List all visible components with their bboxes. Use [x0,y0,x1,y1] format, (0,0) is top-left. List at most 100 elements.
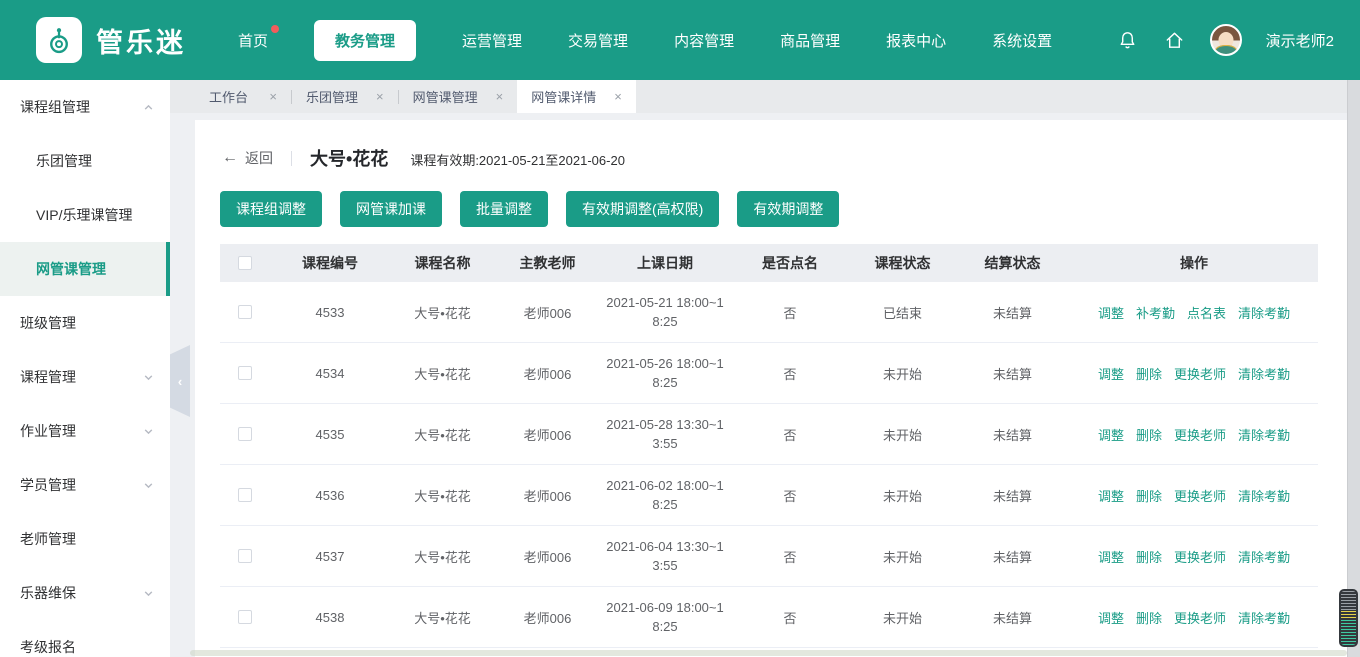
rollcall-flag: 否 [730,547,850,566]
close-icon[interactable]: × [376,90,384,103]
close-icon[interactable]: × [496,90,504,103]
action-change-teacher-link[interactable]: 更换老师 [1174,608,1226,627]
row-checkbox[interactable] [238,366,252,380]
action-clear-attendance-link[interactable]: 清除考勤 [1238,547,1290,566]
close-icon[interactable]: × [614,90,622,103]
validity-adjust-button[interactable]: 有效期调整 [737,191,839,227]
back-button[interactable]: ← 返回 [222,148,273,168]
validity-adjust-admin-button[interactable]: 有效期调整(高权限) [566,191,719,227]
action-rollcall-sheet-link[interactable]: 点名表 [1187,303,1226,322]
sidebar-item-label: 课程组管理 [20,97,90,117]
sidebar-item-homework-mgmt[interactable]: 作业管理 [0,404,170,458]
bell-icon[interactable] [1116,29,1139,52]
course-name: 大号•花花 [390,547,495,566]
class-date: 2021-05-21 18:00~18:25 [602,293,728,331]
nav-item-home[interactable]: 首页 [238,30,268,51]
settlement-status: 未结算 [955,425,1070,444]
brand: 管乐迷 [36,17,186,63]
settlement-status: 未结算 [955,608,1070,627]
tab-orchestra-mgmt[interactable]: 乐团管理 × [292,80,398,113]
action-adjust-link[interactable]: 调整 [1098,425,1124,444]
action-delete-link[interactable]: 删除 [1136,547,1162,566]
chevron-down-icon [143,372,154,383]
tab-online-course-mgmt[interactable]: 网管课管理 × [399,80,518,113]
close-icon[interactable]: × [269,90,277,103]
sidebar-item-exam-registration[interactable]: 考级报名 [0,620,170,657]
vertical-scrollbar[interactable] [1347,80,1360,657]
action-change-teacher-link[interactable]: 更换老师 [1174,547,1226,566]
row-checkbox[interactable] [238,549,252,563]
home-icon[interactable] [1163,29,1186,52]
table-row: 4538 大号•花花 老师006 2021-06-09 18:00~18:25 … [220,587,1318,648]
tab-workbench[interactable]: 工作台 × [195,80,291,113]
page-header: ← 返回 大号•花花 课程有效期:2021-05-21至2021-06-20 [195,120,1356,183]
sidebar-item-label: 作业管理 [20,421,76,441]
body-layout: 课程组管理 乐团管理 VIP/乐理课管理 网管课管理 班级管理 课程管理 作业管… [0,80,1360,657]
select-all-checkbox[interactable] [238,256,252,270]
add-online-class-button[interactable]: 网管课加课 [340,191,442,227]
nav-item-content-mgmt[interactable]: 内容管理 [674,30,734,51]
action-change-teacher-link[interactable]: 更换老师 [1174,486,1226,505]
sidebar-item-teacher-mgmt[interactable]: 老师管理 [0,512,170,566]
brand-logo-icon[interactable] [36,17,82,63]
action-delete-link[interactable]: 删除 [1136,608,1162,627]
course-id: 4537 [270,549,390,564]
nav-item-system-settings[interactable]: 系统设置 [992,30,1052,51]
action-delete-link[interactable]: 删除 [1136,364,1162,383]
nav-item-academic-mgmt[interactable]: 教务管理 [314,20,416,61]
table-row: 4535 大号•花花 老师006 2021-05-28 13:30~13:55 … [220,404,1318,465]
sidebar-item-instrument-maintenance[interactable]: 乐器维保 [0,566,170,620]
row-checkbox[interactable] [238,427,252,441]
sidebar-item-course-group-mgmt[interactable]: 课程组管理 [0,80,170,134]
action-change-teacher-link[interactable]: 更换老师 [1174,364,1226,383]
course-group-adjust-button[interactable]: 课程组调整 [220,191,322,227]
action-delete-link[interactable]: 删除 [1136,486,1162,505]
course-id: 4538 [270,610,390,625]
course-id: 4536 [270,488,390,503]
course-id: 4533 [270,305,390,320]
sidebar-collapse-handle[interactable]: ‹ [170,345,190,417]
action-adjust-link[interactable]: 调整 [1098,547,1124,566]
horizontal-scrollbar[interactable] [190,650,1347,656]
action-change-teacher-link[interactable]: 更换老师 [1174,425,1226,444]
nav-item-transaction-mgmt[interactable]: 交易管理 [568,30,628,51]
action-delete-link[interactable]: 删除 [1136,425,1162,444]
nav-item-report-center[interactable]: 报表中心 [886,30,946,51]
action-adjust-link[interactable]: 调整 [1098,608,1124,627]
action-adjust-link[interactable]: 调整 [1098,364,1124,383]
action-clear-attendance-link[interactable]: 清除考勤 [1238,364,1290,383]
tab-online-course-detail[interactable]: 网管课详情 × [517,80,636,113]
row-checkbox[interactable] [238,305,252,319]
detail-card: ← 返回 大号•花花 课程有效期:2021-05-21至2021-06-20 课… [195,120,1356,657]
action-clear-attendance-link[interactable]: 清除考勤 [1238,486,1290,505]
course-status: 未开始 [850,547,955,566]
user-avatar[interactable] [1210,24,1242,56]
action-clear-attendance-link[interactable]: 清除考勤 [1238,425,1290,444]
nav-item-product-mgmt[interactable]: 商品管理 [780,30,840,51]
scroll-marker-widget[interactable] [1339,589,1358,647]
batch-adjust-button[interactable]: 批量调整 [460,191,548,227]
sidebar-item-online-course-mgmt[interactable]: 网管课管理 [0,242,170,296]
navbar-right: 演示老师2 [1116,24,1334,56]
nav-item-operations-mgmt[interactable]: 运营管理 [462,30,522,51]
main-nav: 首页 教务管理 运营管理 交易管理 内容管理 商品管理 报表中心 系统设置 [238,20,1052,61]
action-adjust-link[interactable]: 调整 [1098,303,1124,322]
sidebar-item-course-mgmt[interactable]: 课程管理 [0,350,170,404]
sidebar-item-student-mgmt[interactable]: 学员管理 [0,458,170,512]
sidebar-item-vip-theory-mgmt[interactable]: VIP/乐理课管理 [0,188,170,242]
table-row: 4533 大号•花花 老师006 2021-05-21 18:00~18:25 … [220,282,1318,343]
class-date: 2021-05-26 18:00~18:25 [602,354,728,392]
settlement-status: 未结算 [955,547,1070,566]
row-checkbox[interactable] [238,488,252,502]
sidebar-item-orchestra-mgmt[interactable]: 乐团管理 [0,134,170,188]
action-clear-attendance-link[interactable]: 清除考勤 [1238,608,1290,627]
user-name[interactable]: 演示老师2 [1266,30,1334,51]
action-makeup-attendance-link[interactable]: 补考勤 [1136,303,1175,322]
action-adjust-link[interactable]: 调整 [1098,486,1124,505]
row-checkbox[interactable] [238,610,252,624]
sidebar-item-class-mgmt[interactable]: 班级管理 [0,296,170,350]
chevron-down-icon [143,588,154,599]
rollcall-flag: 否 [730,608,850,627]
course-name: 大号•花花 [390,608,495,627]
action-clear-attendance-link[interactable]: 清除考勤 [1238,303,1290,322]
